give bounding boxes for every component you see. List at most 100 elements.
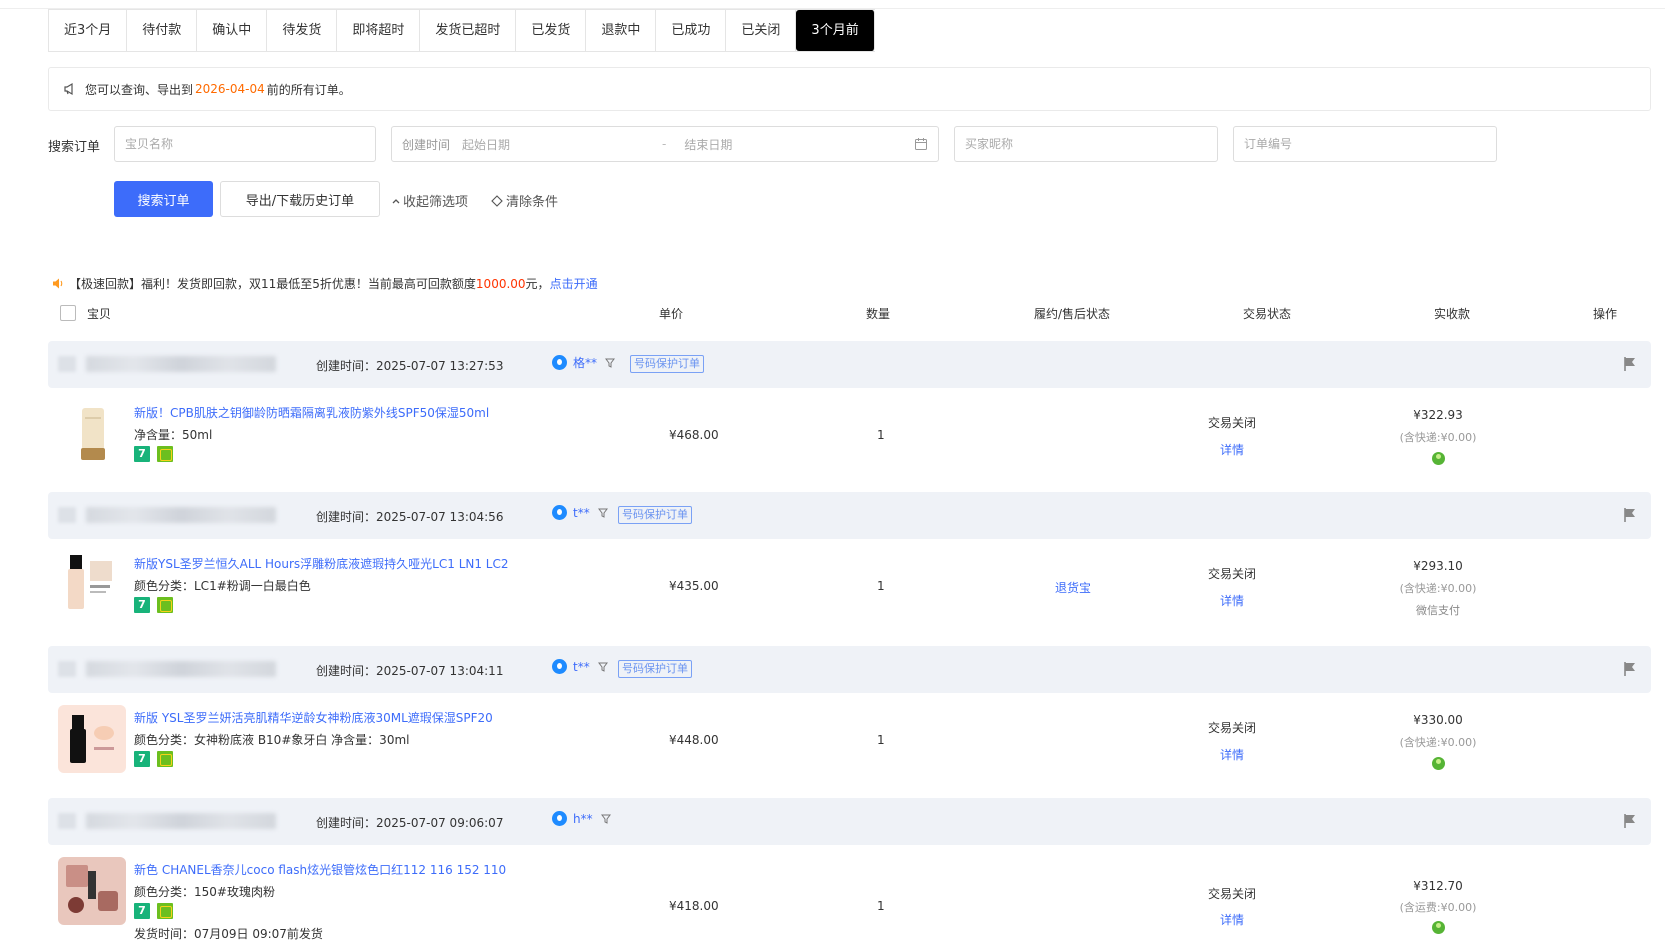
fast-payback-promo: 【极速回款】福利！发货即回款，双11最低至5折优惠！当前最高可回款额度 1000… xyxy=(52,275,598,292)
tab-before-3-months[interactable]: 3个月前 xyxy=(796,10,875,51)
quantity: 1 xyxy=(877,899,885,913)
created-date-range[interactable]: 创建时间 起始日期 - 结束日期 xyxy=(391,126,939,162)
speaker-icon xyxy=(53,278,63,289)
header-item: 宝贝 xyxy=(87,307,112,321)
order-header: 创建时间：2025-07-07 13:27:53 格** 号码保护订单 xyxy=(48,341,1651,388)
product-title-link[interactable]: 新版YSL圣罗兰恒久ALL Hours浮雕粉底液遮瑕持久哑光LC1 LN1 LC… xyxy=(134,555,509,572)
guarantee-icon xyxy=(157,597,173,613)
buyer-nickname[interactable]: 格** xyxy=(552,354,616,371)
order-select-checkbox[interactable] xyxy=(58,661,76,677)
filter-icon[interactable] xyxy=(597,662,608,672)
unit-price: ¥435.00 xyxy=(669,579,719,593)
tab-confirming[interactable]: 确认中 xyxy=(197,10,268,51)
order-select-checkbox[interactable] xyxy=(58,813,76,829)
shipping-fee: (含快递:¥0.00) xyxy=(1399,582,1477,595)
search-orders-button[interactable]: 搜索订单 xyxy=(114,181,213,217)
guarantee-icon xyxy=(157,903,173,919)
order-detail-link[interactable]: 详情 xyxy=(1220,441,1244,458)
received-amount: ¥293.10 xyxy=(1413,559,1463,573)
received-amount: ¥322.93 xyxy=(1413,408,1463,422)
order-select-checkbox[interactable] xyxy=(58,507,76,523)
filter-icon[interactable] xyxy=(600,814,611,824)
header-unit-price: 单价 xyxy=(659,307,684,321)
buyer-nickname[interactable]: t** xyxy=(552,659,608,674)
header-quantity: 数量 xyxy=(866,307,891,321)
notice-suffix: 前的所有订单。 xyxy=(266,82,351,97)
end-date-input[interactable]: 结束日期 xyxy=(684,136,914,153)
shipping-fee: (含快递:¥0.00) xyxy=(1399,431,1477,444)
calendar-icon[interactable] xyxy=(914,137,928,151)
tab-successful[interactable]: 已成功 xyxy=(656,10,727,51)
product-title-link[interactable]: 新版 YSL圣罗兰妍活亮肌精华逆龄女神粉底液30ML遮瑕保湿SPF20 xyxy=(134,709,493,726)
notice-date: 2026-04-04 xyxy=(195,82,265,96)
tab-shipped[interactable]: 已发货 xyxy=(516,10,587,51)
quantity: 1 xyxy=(877,579,885,593)
order-number-input[interactable] xyxy=(1244,137,1496,151)
order-detail-link[interactable]: 详情 xyxy=(1220,592,1244,609)
tab-refunding[interactable]: 退款中 xyxy=(586,10,657,51)
collapse-filters-link[interactable]: 收起筛选项 xyxy=(392,191,468,210)
product-thumbnail[interactable] xyxy=(58,857,126,925)
chat-icon[interactable] xyxy=(552,811,567,826)
order-select-checkbox[interactable] xyxy=(58,356,76,372)
order-number-field xyxy=(1233,126,1497,162)
quantity: 1 xyxy=(877,733,885,747)
trade-status: 交易关闭 xyxy=(1208,416,1257,430)
buyer-nickname-input[interactable] xyxy=(965,137,1217,151)
number-protection-tag: 号码保护订单 xyxy=(630,355,704,373)
seven-day-return-icon: 7 xyxy=(134,446,150,462)
product-thumbnail[interactable] xyxy=(58,551,126,619)
product-spec: 颜色分类：150#玫瑰肉粉 xyxy=(134,885,275,899)
filter-icon[interactable] xyxy=(605,358,616,368)
order-created-time: 创建时间：2025-07-07 13:04:56 xyxy=(316,510,504,524)
product-thumbnail[interactable] xyxy=(58,400,126,468)
unit-price: ¥448.00 xyxy=(669,733,719,747)
product-title-link[interactable]: 新色 CHANEL香奈儿coco flash炫光银管炫色口红112 116 15… xyxy=(134,861,506,878)
flag-icon[interactable] xyxy=(1623,813,1637,829)
order-header: 创建时间：2025-07-07 09:06:07 h** xyxy=(48,798,1651,845)
quantity: 1 xyxy=(877,428,885,442)
service-badges: 7 xyxy=(134,751,173,767)
order-detail-link[interactable]: 详情 xyxy=(1220,911,1244,928)
filter-icon[interactable] xyxy=(597,508,608,518)
clear-conditions-label: 清除条件 xyxy=(506,195,559,210)
tab-about-to-timeout[interactable]: 即将超时 xyxy=(337,10,421,51)
buyer-nickname[interactable]: t** xyxy=(552,505,608,520)
product-name-input[interactable] xyxy=(125,137,375,151)
buyer-nickname-field xyxy=(954,126,1218,162)
flag-icon[interactable] xyxy=(1623,661,1637,677)
order-detail-link[interactable]: 详情 xyxy=(1220,746,1244,763)
chat-icon[interactable] xyxy=(552,659,567,674)
tab-shipment-timeout[interactable]: 发货已超时 xyxy=(420,10,517,51)
header-operations: 操作 xyxy=(1593,307,1618,321)
flag-icon[interactable] xyxy=(1623,507,1637,523)
header-trade-status: 交易状态 xyxy=(1243,307,1292,321)
tab-pending-shipment[interactable]: 待发货 xyxy=(267,10,338,51)
tab-closed[interactable]: 已关闭 xyxy=(726,10,797,51)
export-history-button[interactable]: 导出/下载历史订单 xyxy=(220,181,380,217)
select-all-checkbox[interactable] xyxy=(60,305,76,321)
start-date-input[interactable]: 起始日期 xyxy=(462,136,662,153)
trade-status: 交易关闭 xyxy=(1208,887,1257,901)
order-item-row: 新版！CPB肌肤之钥御龄防晒霜隔离乳液防紫外线SPF50保湿50ml 净含量：5… xyxy=(48,388,1651,488)
shipping-fee: (含运费:¥0.00) xyxy=(1399,901,1477,914)
promo-text: 【极速回款】福利！发货即回款，双11最低至5折优惠！当前最高可回款额度 xyxy=(69,277,476,291)
promo-unit: 元， xyxy=(525,277,550,291)
order-number-redacted xyxy=(86,661,276,677)
product-title-link[interactable]: 新版！CPB肌肤之钥御龄防晒霜隔离乳液防紫外线SPF50保湿50ml xyxy=(134,404,489,421)
promo-activate-link[interactable]: 点击开通 xyxy=(550,275,598,292)
clear-conditions-link[interactable]: 清除条件 xyxy=(491,191,558,210)
chat-icon[interactable] xyxy=(552,505,567,520)
return-insurance-link[interactable]: 退货宝 xyxy=(1055,579,1091,596)
tab-recent-3-months[interactable]: 近3个月 xyxy=(49,10,128,51)
product-thumbnail[interactable] xyxy=(58,705,126,773)
seven-day-return-icon: 7 xyxy=(134,751,150,767)
buyer-name: h** xyxy=(573,811,593,826)
buyer-nickname[interactable]: h** xyxy=(552,811,611,826)
alipay-icon xyxy=(1432,921,1445,934)
order-created-time: 创建时间：2025-07-07 09:06:07 xyxy=(316,816,504,830)
chat-icon[interactable] xyxy=(552,355,567,370)
tab-pending-payment[interactable]: 待付款 xyxy=(127,10,198,51)
flag-icon[interactable] xyxy=(1623,356,1637,372)
trade-status: 交易关闭 xyxy=(1208,567,1257,581)
